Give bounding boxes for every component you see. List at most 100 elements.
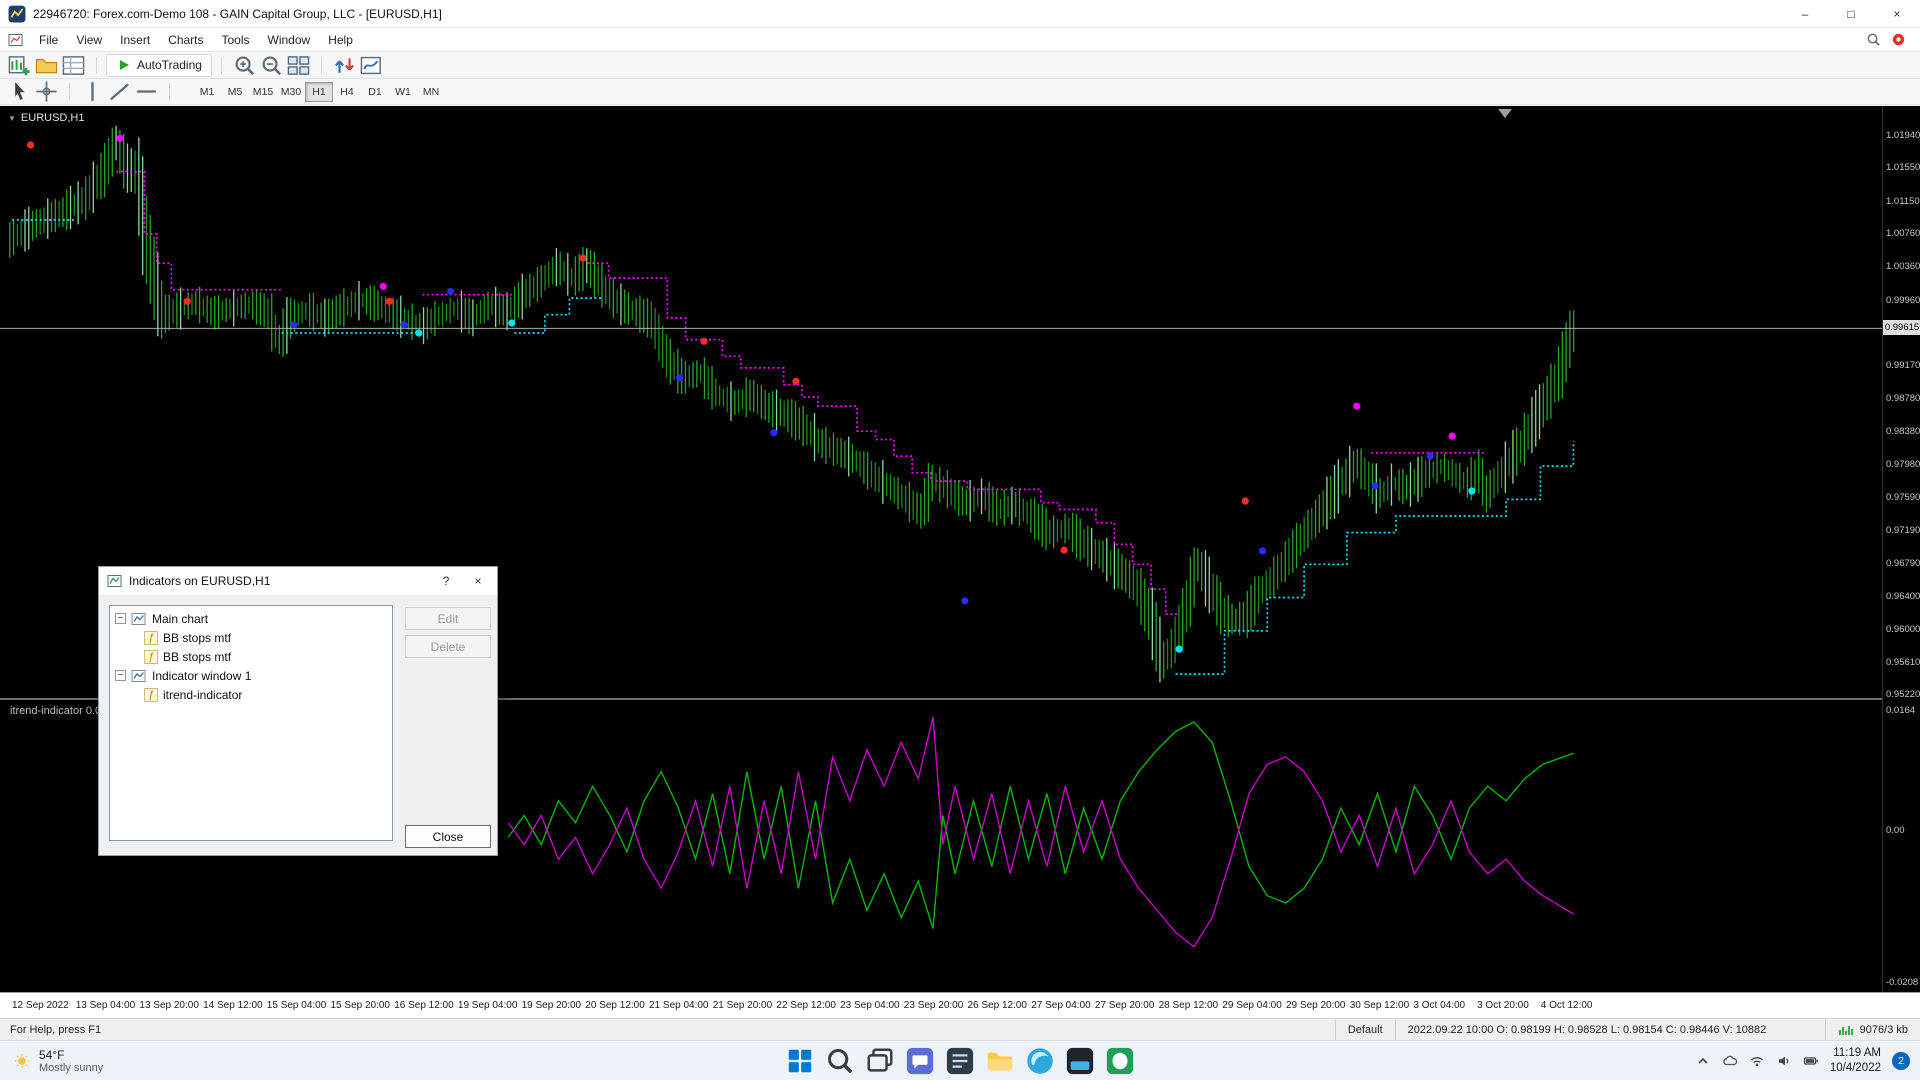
taskbar-terminal-button[interactable]: [1065, 1046, 1095, 1076]
time-axis-label: 21 Sep 04:00: [649, 1000, 709, 1011]
timeframe-m1[interactable]: M1: [193, 82, 221, 102]
tray-battery-icon[interactable]: [1803, 1053, 1819, 1069]
play-icon: [116, 57, 132, 73]
new-order-button[interactable]: [331, 54, 358, 77]
notification-badge[interactable]: 2: [1892, 1052, 1910, 1070]
indicators-tree[interactable]: −Main chartƒBB stops mtfƒBB stops mtf−In…: [109, 605, 393, 841]
tree-node-main-chart[interactable]: −Main chart: [112, 609, 390, 628]
profiles-icon: [33, 54, 60, 77]
market-watch-button[interactable]: [60, 54, 87, 77]
taskbar-weather-widget[interactable]: 54°F Mostly sunny: [0, 1041, 117, 1080]
time-axis-label: 27 Sep 04:00: [1031, 1000, 1091, 1011]
toolbar-separator: [96, 57, 97, 74]
cursor-button[interactable]: [6, 80, 33, 103]
price-scale[interactable]: 0.99615 1.019401.015501.011501.007601.00…: [1882, 106, 1920, 992]
menu-help[interactable]: Help: [319, 30, 362, 50]
menu-window[interactable]: Window: [259, 30, 320, 50]
maximize-button[interactable]: □: [1828, 0, 1874, 27]
timeframe-mn[interactable]: MN: [417, 82, 445, 102]
time-axis[interactable]: 12 Sep 202213 Sep 04:0013 Sep 20:0014 Se…: [0, 992, 1920, 1018]
zoom-out-button[interactable]: [258, 54, 285, 77]
menu-insert[interactable]: Insert: [111, 30, 159, 50]
market-watch-icon: [60, 54, 87, 77]
horizontal-line-button[interactable]: [133, 80, 160, 103]
trendline-button[interactable]: [106, 80, 133, 103]
price-tick: 1.00360: [1886, 261, 1920, 272]
taskbar-clock[interactable]: 11:19 AM 10/4/2022: [1830, 1046, 1881, 1076]
notification-icon[interactable]: [1891, 32, 1906, 47]
dialog-titlebar[interactable]: Indicators on EURUSD,H1 ? ×: [99, 567, 497, 595]
tile-windows-button[interactable]: [285, 54, 312, 77]
menu-tools[interactable]: Tools: [213, 30, 259, 50]
time-axis-label: 20 Sep 12:00: [585, 1000, 645, 1011]
timeframe-m30[interactable]: M30: [277, 82, 305, 102]
timeframe-h4[interactable]: H4: [333, 82, 361, 102]
vertical-line-button[interactable]: [79, 80, 106, 103]
symbol-text: EURUSD,H1: [21, 112, 85, 124]
taskbar-edge-button[interactable]: [1025, 1046, 1055, 1076]
tree-indicator-itrend-indicator[interactable]: ƒitrend-indicator: [112, 685, 390, 704]
chart-area[interactable]: ▼ EURUSD,H1 itrend-indicator 0.0 0.99615…: [0, 106, 1920, 1018]
statusbar-profile[interactable]: Default: [1335, 1019, 1395, 1040]
tray-volume-icon[interactable]: [1776, 1053, 1792, 1069]
tree-indicator-bb-stops-mtf[interactable]: ƒBB stops mtf: [112, 628, 390, 647]
toolbar-separator: [321, 57, 322, 74]
timeframe-m5[interactable]: M5: [221, 82, 249, 102]
timeframe-h1[interactable]: H1: [305, 82, 333, 102]
new-chart-button[interactable]: [6, 54, 33, 77]
cloud-icon: [1722, 1053, 1738, 1069]
time-axis-label: 21 Sep 20:00: [713, 1000, 773, 1011]
time-axis-label: 27 Sep 20:00: [1095, 1000, 1155, 1011]
timeframe-m15[interactable]: M15: [249, 82, 277, 102]
tiles-icon: [285, 54, 312, 77]
one-click-trading-arrow-icon[interactable]: ▼: [8, 114, 16, 123]
zoom-in-button[interactable]: [231, 54, 258, 77]
dialog-help-button[interactable]: ?: [433, 570, 459, 592]
wifi-icon: [1749, 1053, 1765, 1069]
menu-file[interactable]: File: [30, 30, 67, 50]
close-window-button[interactable]: ×: [1874, 0, 1920, 27]
autotrading-button[interactable]: AutoTrading: [106, 54, 212, 77]
edit-button[interactable]: Edit: [405, 607, 491, 630]
titlebar: 22946720: Forex.com-Demo 108 - GAIN Capi…: [0, 0, 1920, 28]
taskbar-folder-button[interactable]: [985, 1046, 1015, 1076]
tray-wifi-icon[interactable]: [1749, 1053, 1765, 1069]
taskbar-chat-button[interactable]: [905, 1046, 935, 1076]
profiles-button[interactable]: [33, 54, 60, 77]
crosshair-button[interactable]: [33, 80, 60, 103]
delete-button[interactable]: Delete: [405, 635, 491, 658]
price-tick: 0.98380: [1886, 426, 1920, 437]
price-tick: 0.96000: [1886, 624, 1920, 635]
tree-indicator-bb-stops-mtf[interactable]: ƒBB stops mtf: [112, 647, 390, 666]
taskbar-evernote-button[interactable]: [1105, 1046, 1135, 1076]
minimize-button[interactable]: –: [1782, 0, 1828, 27]
timeframe-buttons: M1M5M15M30H1H4D1W1MN: [193, 82, 445, 102]
collapse-toggle-icon[interactable]: −: [115, 670, 126, 681]
price-tick: 1.00760: [1886, 228, 1920, 239]
weather-condition: Mostly sunny: [39, 1062, 103, 1074]
menu-charts[interactable]: Charts: [159, 30, 212, 50]
timeframe-d1[interactable]: D1: [361, 82, 389, 102]
hline-icon: [133, 80, 160, 103]
time-axis-label: 4 Oct 12:00: [1541, 1000, 1593, 1011]
dialog-close-icon[interactable]: ×: [465, 570, 491, 592]
node-chart-icon: [131, 611, 147, 627]
taskbar-taskview-button[interactable]: [865, 1046, 895, 1076]
cursor-icon: [6, 80, 33, 103]
crosshair-icon: [33, 80, 60, 103]
collapse-toggle-icon[interactable]: −: [115, 613, 126, 624]
tray-onedrive-icon[interactable]: [1722, 1053, 1738, 1069]
taskbar-start-button[interactable]: [785, 1046, 815, 1076]
chart-window-icon[interactable]: [8, 32, 24, 48]
taskbar-notepad-button[interactable]: [945, 1046, 975, 1076]
evernote-icon: [1105, 1046, 1135, 1076]
search-icon[interactable]: [1866, 32, 1881, 47]
price-tick: 0.95610: [1886, 657, 1920, 668]
taskbar-search-task-button[interactable]: [825, 1046, 855, 1076]
timeframe-w1[interactable]: W1: [389, 82, 417, 102]
close-button[interactable]: Close: [405, 825, 491, 848]
tray-chevron-up-icon[interactable]: [1695, 1053, 1711, 1069]
tree-node-indicator-window-1[interactable]: −Indicator window 1: [112, 666, 390, 685]
strategy-tester-button[interactable]: [358, 54, 385, 77]
menu-view[interactable]: View: [67, 30, 111, 50]
